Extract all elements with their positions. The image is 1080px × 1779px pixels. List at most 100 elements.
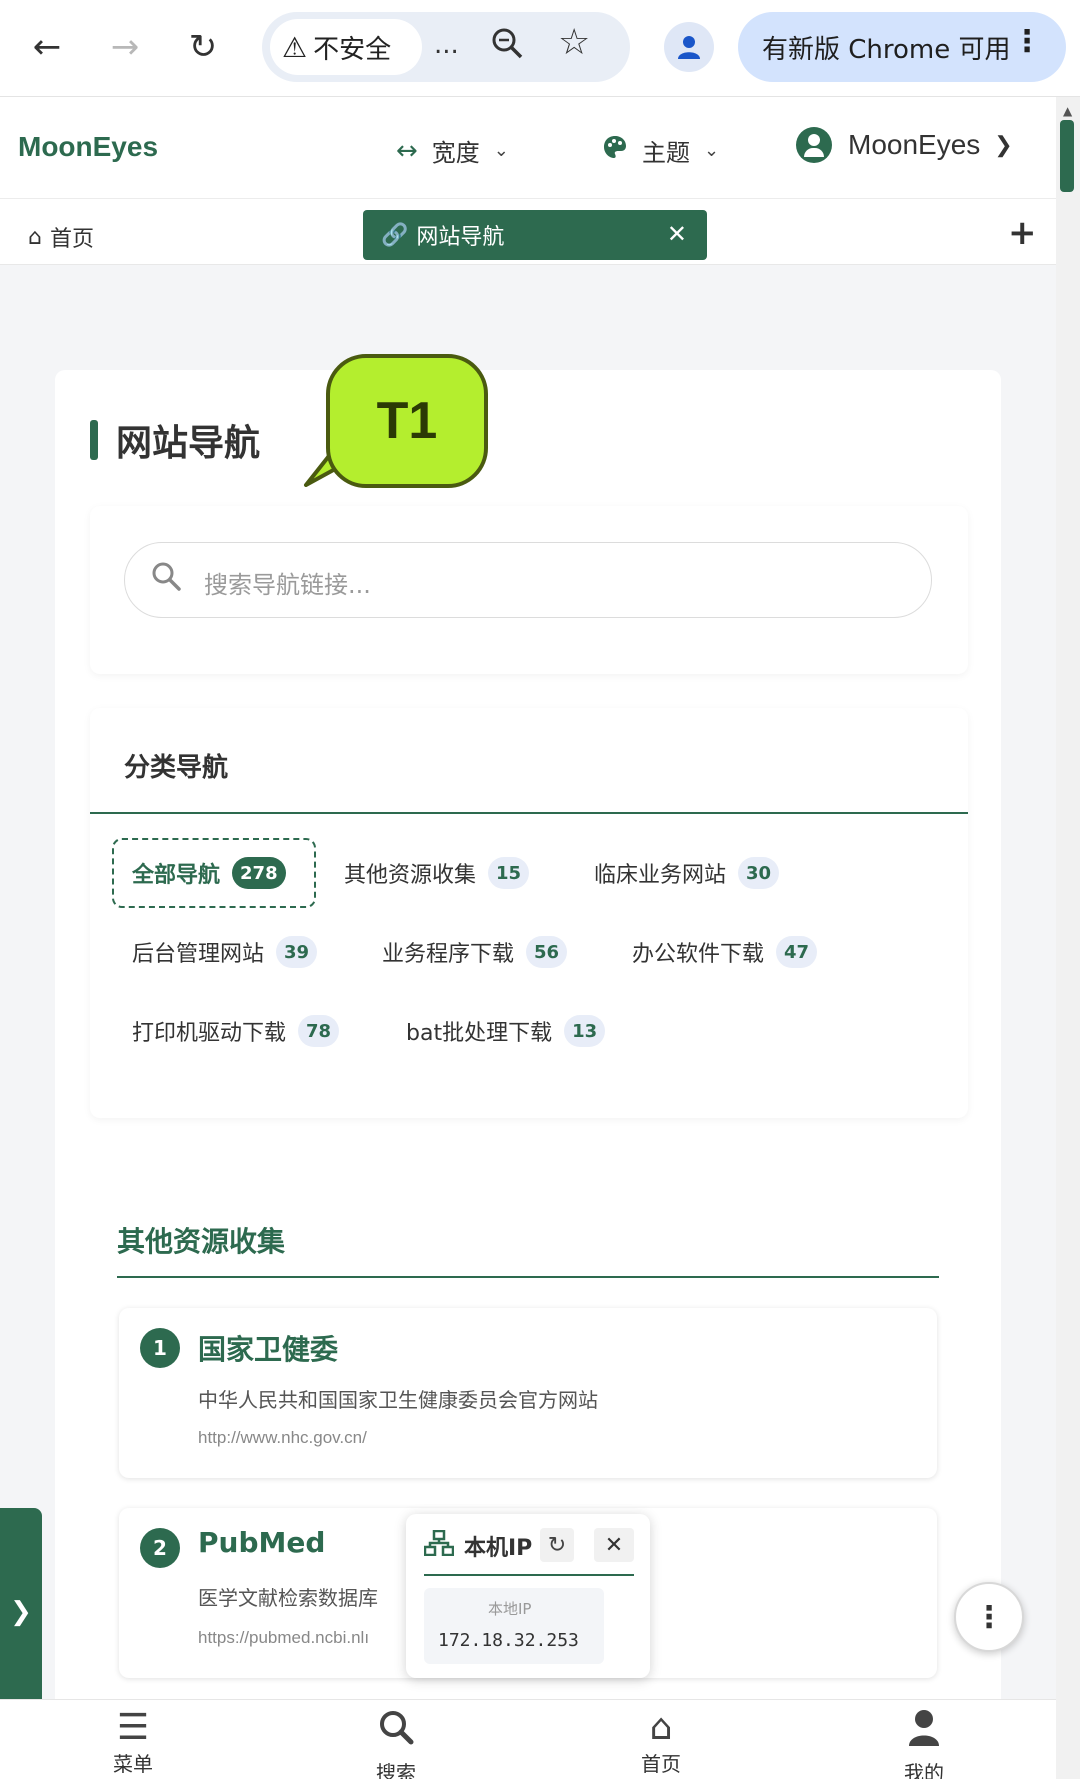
search-icon bbox=[377, 1708, 415, 1757]
chip-label: 临床业务网站 bbox=[594, 863, 727, 888]
chrome-update-button[interactable]: 有新版 Chrome 可用 ⋮ bbox=[738, 12, 1066, 82]
ip-value: 172.18.32.253 bbox=[438, 1630, 579, 1651]
section-divider bbox=[117, 1276, 939, 1278]
chip-count: 56 bbox=[526, 936, 568, 968]
bottom-nav-home[interactable]: ⌂ 首页 bbox=[601, 1708, 721, 1777]
scroll-up-arrow-icon[interactable]: ▲ bbox=[1063, 104, 1072, 118]
link-title[interactable]: PubMed bbox=[198, 1526, 325, 1559]
width-label: 宽度 bbox=[431, 139, 480, 167]
search-icon bbox=[150, 560, 182, 596]
url-ellipsis: ... bbox=[434, 30, 459, 60]
category-chip-bat[interactable]: bat批处理下载 13 bbox=[406, 1011, 606, 1051]
bottom-nav-menu[interactable]: ☰ 菜单 bbox=[73, 1708, 193, 1777]
chip-label: 打印机驱动下载 bbox=[132, 1021, 287, 1046]
annotation-label: T1 bbox=[376, 392, 438, 450]
sidebar-toggle-button[interactable]: ❯ bbox=[0, 1508, 42, 1716]
chip-label: bat批处理下载 bbox=[406, 1021, 553, 1046]
link-url[interactable]: https://pubmed.ncbi.nlı bbox=[198, 1628, 369, 1648]
chip-label: 后台管理网站 bbox=[132, 942, 265, 967]
ip-popup-header: 本机IP bbox=[423, 1529, 532, 1562]
tab-site-nav-label: 网站导航 bbox=[416, 225, 505, 250]
category-chip-clinical[interactable]: 临床业务网站 30 bbox=[594, 853, 780, 893]
address-bar[interactable]: ⚠ 不安全 ... ☆ bbox=[262, 12, 630, 82]
chip-count: 30 bbox=[738, 857, 780, 889]
update-label: 有新版 Chrome 可用 bbox=[762, 34, 1011, 65]
chip-label: 全部导航 bbox=[132, 863, 221, 888]
bottom-nav-search[interactable]: 搜索 bbox=[336, 1708, 456, 1779]
chevron-down-icon: ❯ bbox=[994, 132, 1013, 157]
tab-site-nav[interactable]: 🔗 网站导航 ✕ bbox=[363, 210, 707, 260]
category-chip-programs[interactable]: 业务程序下载 56 bbox=[382, 932, 568, 972]
page-title: 网站导航 bbox=[116, 423, 261, 464]
bottom-nav-label: 搜索 bbox=[376, 1761, 416, 1779]
warning-icon: ⚠ bbox=[282, 30, 308, 64]
profile-icon[interactable] bbox=[664, 22, 714, 72]
kebab-menu-icon[interactable]: ⋮ bbox=[1012, 24, 1042, 59]
ip-label: 本地IP bbox=[488, 1600, 532, 1618]
search-placeholder: 搜索导航链接... bbox=[204, 571, 371, 599]
security-label: 不安全 bbox=[313, 34, 392, 65]
chip-count: 15 bbox=[488, 857, 530, 889]
add-tab-icon[interactable]: + bbox=[1008, 213, 1037, 253]
category-title: 分类导航 bbox=[124, 753, 229, 783]
refresh-icon[interactable]: ↻ bbox=[540, 1528, 574, 1562]
close-icon[interactable]: ✕ bbox=[594, 1528, 634, 1562]
chip-label: 其他资源收集 bbox=[344, 863, 477, 888]
chip-count: 278 bbox=[232, 857, 286, 889]
page-scrollbar[interactable] bbox=[1056, 97, 1080, 1779]
back-arrow-icon[interactable]: ← bbox=[22, 22, 72, 72]
category-chip-printer[interactable]: 打印机驱动下载 78 bbox=[132, 1011, 340, 1051]
app-header: MoonEyes ↔ 宽度 ⌄ 主题 ⌄ MoonEyes ❯ bbox=[0, 97, 1056, 199]
bookmark-star-icon[interactable]: ☆ bbox=[558, 22, 590, 63]
section-title: 其他资源收集 bbox=[117, 1225, 286, 1258]
bottom-nav: ☰ 菜单 搜索 ⌂ 首页 我的 bbox=[0, 1699, 1056, 1779]
annotation-bubble: T1 bbox=[326, 354, 488, 488]
link-description: 医学文献检索数据库 bbox=[198, 1586, 378, 1610]
chevron-down-icon: ⌄ bbox=[704, 140, 720, 161]
category-chip-office[interactable]: 办公软件下载 47 bbox=[632, 932, 818, 972]
category-chip-all[interactable]: 全部导航 278 bbox=[132, 853, 286, 893]
chevron-down-icon: ⌄ bbox=[493, 140, 509, 161]
tab-home[interactable]: ⌂ 首页 bbox=[28, 221, 94, 253]
chip-label: 办公软件下载 bbox=[632, 942, 765, 967]
more-actions-button[interactable]: ⋮ bbox=[954, 1582, 1024, 1652]
category-divider bbox=[90, 812, 968, 814]
title-accent-bar bbox=[90, 420, 98, 460]
network-icon bbox=[423, 1529, 455, 1562]
chevron-right-icon: ❯ bbox=[10, 1597, 32, 1627]
palette-icon bbox=[602, 134, 628, 167]
user-menu[interactable]: MoonEyes ❯ bbox=[796, 127, 1013, 163]
link-title[interactable]: 国家卫健委 bbox=[198, 1328, 338, 1368]
link-icon: 🔗 bbox=[381, 222, 409, 248]
vertical-dots-icon: ⋮ bbox=[974, 1599, 1004, 1635]
scrollbar-thumb[interactable] bbox=[1060, 120, 1074, 192]
category-chip-other[interactable]: 其他资源收集 15 bbox=[344, 853, 530, 893]
bottom-nav-label: 首页 bbox=[641, 1752, 681, 1776]
link-number-badge: 2 bbox=[140, 1528, 180, 1568]
link-number-badge: 1 bbox=[140, 1328, 180, 1368]
chip-count: 78 bbox=[298, 1015, 340, 1047]
security-chip[interactable]: ⚠ 不安全 bbox=[270, 19, 422, 75]
forward-arrow-icon[interactable]: → bbox=[100, 22, 150, 72]
brand-logo[interactable]: MoonEyes bbox=[18, 131, 158, 163]
ip-popup-divider bbox=[424, 1574, 634, 1576]
chip-label: 业务程序下载 bbox=[382, 942, 515, 967]
tab-home-label: 首页 bbox=[49, 227, 94, 252]
theme-dropdown[interactable]: 主题 ⌄ bbox=[602, 133, 719, 168]
width-dropdown[interactable]: ↔ 宽度 ⌄ bbox=[396, 133, 509, 168]
user-name: MoonEyes bbox=[848, 129, 981, 160]
theme-label: 主题 bbox=[642, 139, 690, 167]
home-icon: ⌂ bbox=[28, 224, 42, 250]
bottom-nav-mine[interactable]: 我的 bbox=[864, 1708, 984, 1779]
chip-count: 47 bbox=[776, 936, 818, 968]
user-avatar-icon bbox=[796, 127, 832, 163]
close-tab-icon[interactable]: ✕ bbox=[667, 220, 687, 248]
link-url[interactable]: http://www.nhc.gov.cn/ bbox=[198, 1428, 367, 1448]
tab-bar: ⌂ 首页 🔗 网站导航 ✕ + bbox=[0, 199, 1056, 265]
category-chip-admin[interactable]: 后台管理网站 39 bbox=[132, 932, 318, 972]
link-description: 中华人民共和国国家卫生健康委员会官方网站 bbox=[198, 1388, 598, 1412]
browser-toolbar: ← → ↻ ⚠ 不安全 ... ☆ 有新版 Chrome 可用 ⋮ bbox=[0, 0, 1080, 97]
bottom-nav-label: 菜单 bbox=[113, 1752, 153, 1776]
reload-icon[interactable]: ↻ bbox=[178, 22, 228, 72]
zoom-icon[interactable] bbox=[490, 26, 524, 68]
